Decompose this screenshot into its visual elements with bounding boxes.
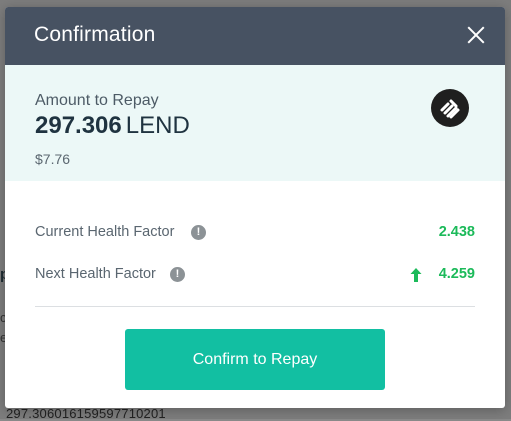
current-health-factor-row: Current Health Factor ! 2.438 — [35, 222, 475, 244]
modal-header: Confirmation — [5, 7, 505, 65]
arrow-up-icon — [409, 267, 423, 283]
modal-title: Confirmation — [34, 23, 156, 46]
next-health-factor-value: 4.259 — [438, 266, 475, 282]
divider — [35, 306, 475, 307]
amount-label: Amount to Repay — [35, 92, 159, 109]
amount-usd: $7.76 — [35, 151, 71, 167]
confirmation-modal: Confirmation Amount to Repay 297.306 LEND… — [5, 7, 505, 408]
amount-value: 297.306 — [35, 112, 122, 139]
info-icon[interactable]: ! — [170, 267, 185, 282]
current-health-factor-value: 2.438 — [438, 224, 475, 240]
close-icon[interactable] — [463, 22, 489, 48]
info-icon[interactable]: ! — [191, 225, 206, 240]
amount-token: LEND — [125, 112, 190, 139]
amount-value-row: 297.306 LEND — [35, 112, 190, 140]
amount-panel: Amount to Repay 297.306 LEND $7.76 — [5, 65, 505, 181]
next-health-factor-label: Next Health Factor — [35, 266, 156, 282]
next-health-factor-row: Next Health Factor ! 4.259 — [35, 264, 475, 286]
confirm-repay-button[interactable]: Confirm to Repay — [125, 329, 385, 390]
lend-token-icon — [431, 89, 469, 127]
current-health-factor-label: Current Health Factor — [35, 224, 175, 240]
